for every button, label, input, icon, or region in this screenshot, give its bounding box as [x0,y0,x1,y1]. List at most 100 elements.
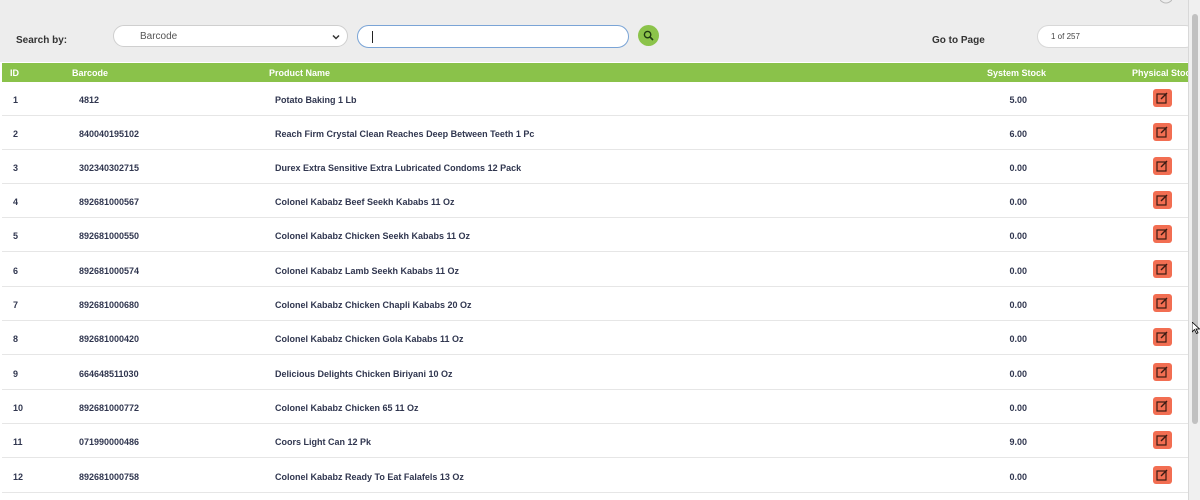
edit-physical-stock-button[interactable] [1153,431,1172,449]
table-row: 4 892681000567 Colonel Kababz Beef Seekh… [2,184,1188,218]
row-barcode: 302340302715 [79,163,140,173]
chevron-down-icon [332,34,340,40]
row-barcode: 840040195102 [79,129,140,139]
row-system-stock: 0.00 [1009,472,1027,482]
edit-icon [1156,400,1168,412]
row-id: 4 [13,197,19,207]
table-row: 1 4812 Potato Baking 1 Lb 5.00 [2,82,1188,116]
table-row: 9 664648511030 Delicious Delights Chicke… [2,356,1188,390]
row-id: 2 [13,129,19,139]
row-barcode: 892681000680 [79,300,140,310]
table-row: 11 071990000486 Coors Light Can 12 Pk 9.… [2,424,1188,458]
row-barcode: 892681000758 [79,472,140,482]
go-to-page-label: Go to Page [932,35,985,46]
search-by-selected-value: Barcode [140,31,178,42]
column-header-physical-stock: Physical Stock [1132,68,1196,78]
row-id: 5 [13,231,19,241]
table-header: ID Barcode Product Name System Stock Phy… [2,63,1196,82]
row-barcode: 664648511030 [79,369,139,379]
row-product-name: Delicious Delights Chicken Biriyani 10 O… [275,369,453,379]
row-id: 3 [13,163,19,173]
row-system-stock: 0.00 [1009,334,1027,344]
edit-physical-stock-button[interactable] [1153,225,1172,243]
table-row: 5 892681000550 Colonel Kababz Chicken Se… [2,218,1188,252]
edit-icon [1156,228,1168,240]
row-id: 8 [13,334,19,344]
row-product-name: Coors Light Can 12 Pk [275,437,372,447]
row-barcode: 071990000486 [79,437,140,447]
row-id: 10 [13,403,24,413]
column-header-system-stock: System Stock [987,68,1047,78]
row-barcode: 892681000420 [79,334,140,344]
table-row: 2 840040195102 Reach Firm Crystal Clean … [2,116,1188,150]
table-row: 10 892681000772 Colonel Kababz Chicken 6… [2,390,1188,424]
edit-physical-stock-button[interactable] [1153,157,1172,175]
edit-icon [1156,92,1168,104]
row-product-name: Durex Extra Sensitive Extra Lubricated C… [275,163,522,173]
edit-icon [1156,297,1168,309]
row-system-stock: 0.00 [1009,369,1027,379]
row-barcode: 892681000574 [79,266,140,276]
vertical-scrollbar[interactable] [1188,0,1200,500]
edit-icon [1156,160,1168,172]
search-input[interactable] [357,25,629,48]
edit-icon [1156,126,1168,138]
edit-physical-stock-button[interactable] [1153,363,1172,381]
scrollbar-thumb[interactable] [1192,14,1198,424]
edit-physical-stock-button[interactable] [1153,328,1172,346]
table-row: 7 892681000680 Colonel Kababz Chicken Ch… [2,287,1188,321]
edit-physical-stock-button[interactable] [1153,397,1172,415]
row-system-stock: 0.00 [1009,403,1027,413]
table-row: 8 892681000420 Colonel Kababz Chicken Go… [2,321,1188,355]
row-id: 12 [13,472,24,482]
row-product-name: Reach Firm Crystal Clean Reaches Deep Be… [275,129,535,139]
edit-physical-stock-button[interactable] [1153,466,1172,484]
edit-physical-stock-button[interactable] [1153,294,1172,312]
row-system-stock: 0.00 [1009,231,1027,241]
row-id: 11 [13,437,23,447]
row-barcode: 892681000550 [79,231,140,241]
edit-physical-stock-button[interactable] [1153,123,1172,141]
edit-icon [1156,331,1168,343]
edit-icon [1156,434,1168,446]
edit-icon [1156,194,1168,206]
row-id: 6 [13,266,19,276]
row-product-name: Colonel Kababz Chicken 65 11 Oz [275,403,419,413]
table-row: 6 892681000574 Colonel Kababz Lamb Seekh… [2,253,1188,287]
search-icon [643,30,654,41]
row-system-stock: 6.00 [1009,129,1027,139]
row-system-stock: 5.00 [1009,95,1027,105]
table-row: 3 302340302715 Durex Extra Sensitive Ext… [2,150,1188,184]
search-button[interactable] [638,25,659,46]
row-system-stock: 0.00 [1009,266,1027,276]
inventory-page: Search by: Barcode Go to Page 1 of 257 I… [0,0,1200,500]
row-barcode: 892681000567 [79,197,140,207]
row-product-name: Potato Baking 1 Lb [275,95,357,105]
edit-physical-stock-button[interactable] [1153,191,1172,209]
column-header-id: ID [10,68,19,78]
row-system-stock: 0.00 [1009,197,1027,207]
row-product-name: Colonel Kababz Beef Seekh Kababs 11 Oz [275,197,455,207]
row-system-stock: 0.00 [1009,300,1027,310]
column-header-product-name: Product Name [269,68,331,78]
column-header-barcode: Barcode [72,68,109,78]
row-system-stock: 0.00 [1009,163,1027,173]
go-to-page-input[interactable]: 1 of 257 [1037,25,1197,48]
row-product-name: Colonel Kababz Chicken Gola Kababs 11 Oz [275,334,464,344]
text-caret [372,31,373,43]
row-barcode: 4812 [79,95,100,105]
row-product-name: Colonel Kababz Lamb Seekh Kababs 11 Oz [275,266,460,276]
search-by-label: Search by: [16,35,68,46]
search-toolbar: Search by: Barcode Go to Page 1 of 257 [0,0,1197,62]
mouse-pointer-icon [1192,322,1200,334]
go-to-page-value: 1 of 257 [1051,32,1080,41]
row-product-name: Colonel Kababz Chicken Chapli Kababs 20 … [275,300,472,310]
edit-physical-stock-button[interactable] [1153,260,1172,278]
row-id: 1 [13,95,19,105]
search-by-select[interactable]: Barcode [113,25,348,47]
edit-icon [1156,366,1168,378]
row-id: 9 [13,369,19,379]
row-id: 7 [13,300,19,310]
edit-physical-stock-button[interactable] [1153,89,1172,107]
edit-icon [1156,263,1168,275]
